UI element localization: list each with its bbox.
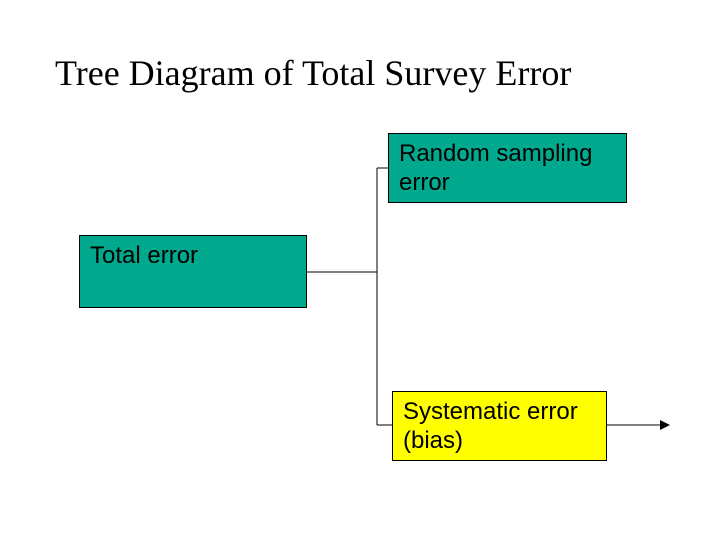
node-total-error: Total error	[79, 235, 307, 308]
node-systematic-error: Systematic error (bias)	[392, 391, 607, 461]
page-title: Tree Diagram of Total Survey Error	[55, 52, 571, 94]
node-random-sampling-error: Random sampling error	[388, 133, 627, 203]
